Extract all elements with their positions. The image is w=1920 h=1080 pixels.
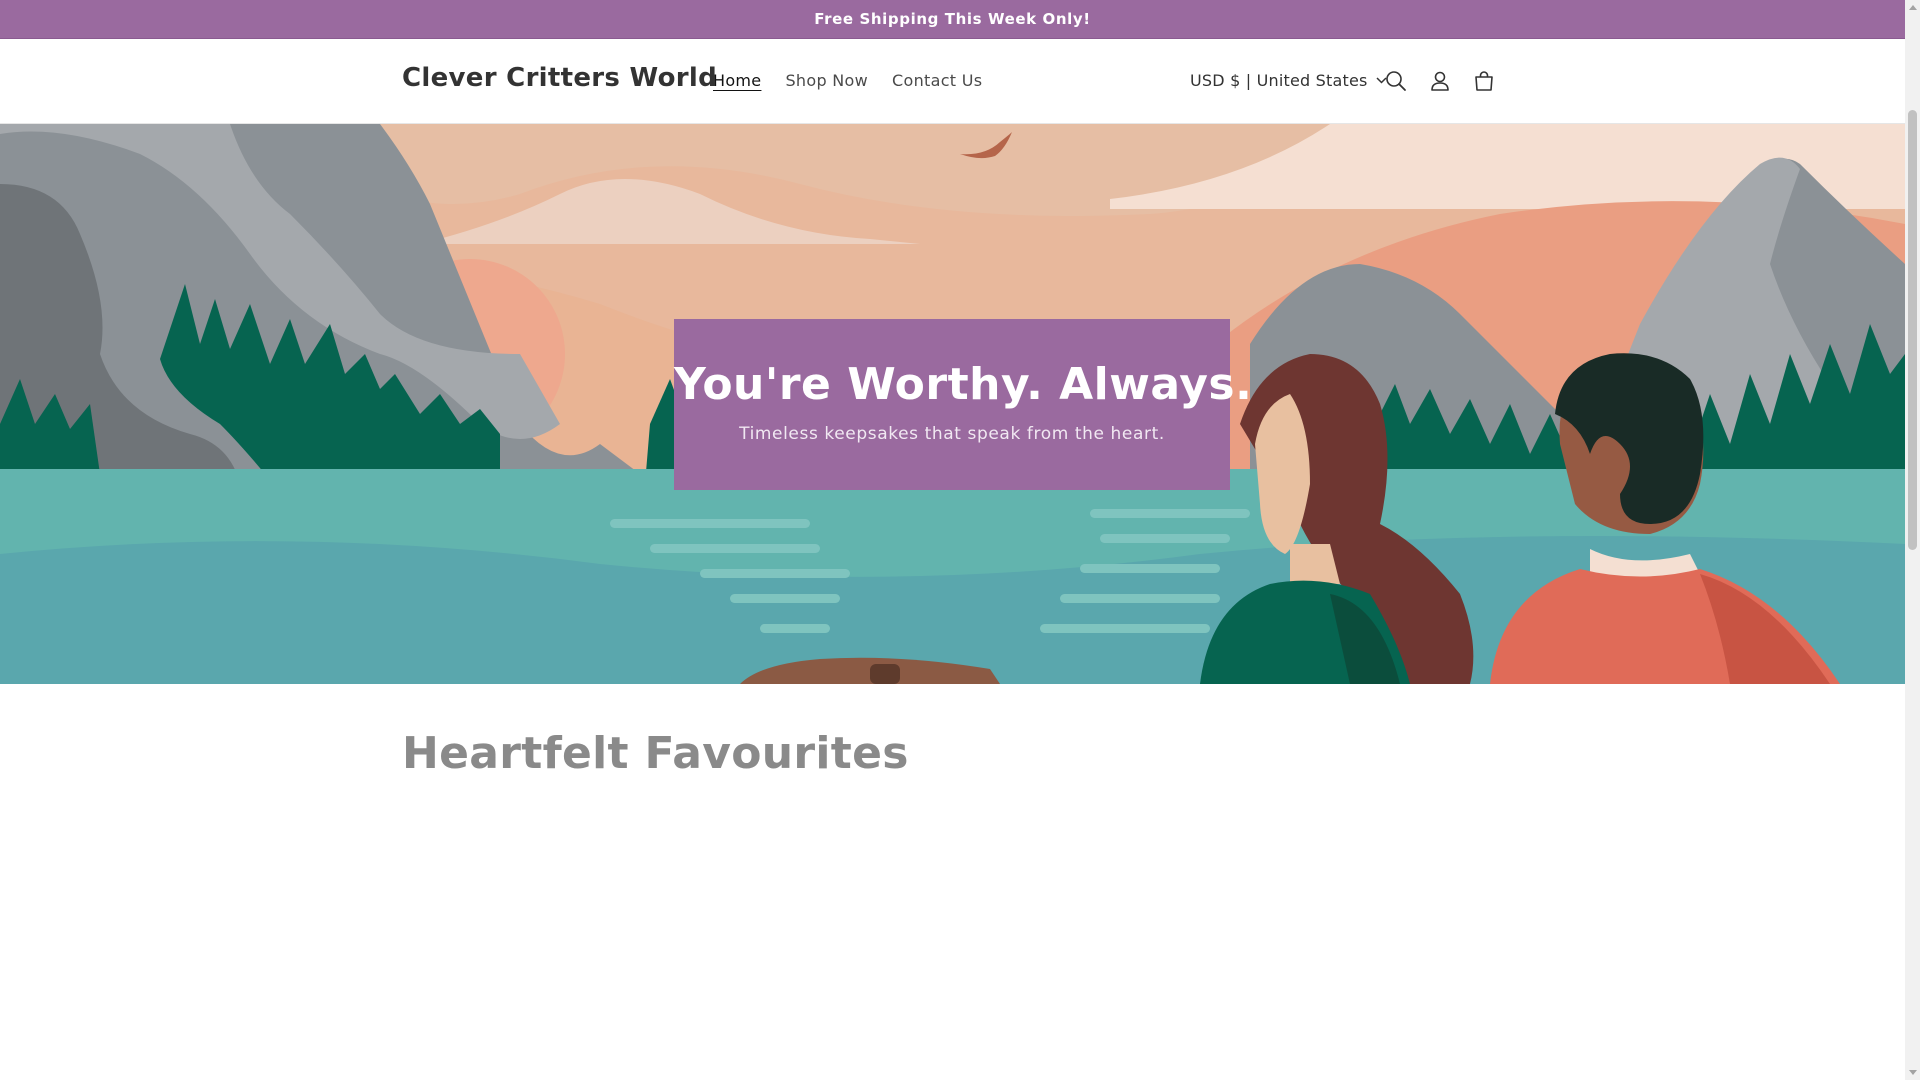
page: Free Shipping This Week Only! Clever Cri… <box>0 0 1905 1080</box>
announcement-text: Free Shipping This Week Only! <box>814 10 1091 28</box>
cart-icon <box>1475 71 1493 91</box>
nav-shop-now[interactable]: Shop Now <box>785 71 868 90</box>
scroll-down-arrow[interactable] <box>1905 1065 1920 1080</box>
cart-button[interactable] <box>1470 67 1498 95</box>
nav-home[interactable]: Home <box>713 71 761 90</box>
hero-subtitle: Timeless keepsakes that speak from the h… <box>739 424 1165 444</box>
scroll-up-arrow[interactable] <box>1905 0 1920 15</box>
account-icon <box>1431 71 1449 91</box>
hero-title: You're Worthy. Always. <box>674 359 1253 410</box>
page-scrollbar[interactable] <box>1905 0 1920 1080</box>
main-nav: Home Shop Now Contact Us <box>713 71 1006 90</box>
hero-content-box: You're Worthy. Always. Timeless keepsake… <box>674 319 1253 490</box>
hero-banner: You're Worthy. Always. Timeless keepsake… <box>0 124 1905 684</box>
arrow-down-icon <box>1908 1070 1917 1075</box>
scrollbar-thumb[interactable] <box>1908 110 1917 550</box>
announcement-bar: Free Shipping This Week Only! <box>0 0 1905 39</box>
featured-collection-title: Heartfelt Favourites <box>402 728 909 779</box>
store-logo[interactable]: Clever Critters World <box>402 63 717 93</box>
currency-label: USD $ | United States <box>1190 71 1368 90</box>
search-button[interactable] <box>1382 67 1410 95</box>
currency-selector[interactable]: USD $ | United States <box>1190 71 1387 90</box>
search-icon <box>1386 71 1406 91</box>
account-button[interactable] <box>1426 67 1454 95</box>
nav-contact-us[interactable]: Contact Us <box>892 71 982 90</box>
arrow-up-icon <box>1908 5 1917 10</box>
site-header: Clever Critters World Home Shop Now Cont… <box>0 39 1905 124</box>
